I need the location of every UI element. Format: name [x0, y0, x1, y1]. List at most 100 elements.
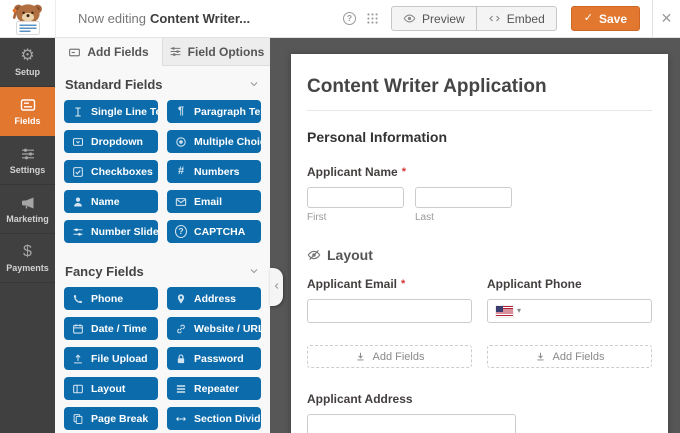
field-applicant-email[interactable]: Applicant Email *: [307, 277, 472, 323]
field-button-label: Date / Time: [91, 323, 147, 335]
field-button-name[interactable]: Name: [64, 190, 158, 213]
field-button-label: Layout: [91, 383, 125, 395]
required-asterisk: *: [402, 166, 406, 178]
field-button-label: Number Slider: [91, 226, 158, 238]
download-icon: [535, 351, 546, 362]
close-icon: ✕: [661, 10, 673, 27]
add-fields-dropzone-label: Add Fields: [373, 351, 425, 363]
field-button-password[interactable]: Password: [167, 347, 261, 370]
add-fields-dropzone-left[interactable]: Add Fields: [307, 345, 472, 368]
personal-information-heading[interactable]: Personal Information: [307, 129, 652, 145]
field-button-label: Dropdown: [91, 136, 143, 148]
map-pin-icon: [175, 293, 187, 305]
last-sublabel: Last: [415, 212, 512, 223]
fields-panel-content: Standard Fields Single Line Text ¶ Paragrap…: [55, 66, 270, 430]
field-applicant-name[interactable]: Applicant Name * First Last: [307, 165, 652, 223]
field-button-number-slider[interactable]: Number Slider: [64, 220, 158, 243]
field-button-label: CAPTCHA: [194, 226, 245, 238]
field-button-repeater[interactable]: Repeater: [167, 377, 261, 400]
field-applicant-phone[interactable]: Applicant Phone ▾: [487, 277, 652, 323]
question-icon: ?: [175, 225, 187, 238]
form-title[interactable]: Content Writer Application: [307, 76, 652, 98]
field-button-multiple-choice[interactable]: Multiple Choice: [167, 130, 261, 153]
text-cursor-icon: [72, 106, 84, 118]
help-icon[interactable]: ?: [343, 12, 356, 25]
hash-icon: #: [175, 166, 187, 177]
field-button-label: Phone: [91, 293, 123, 305]
field-button-captcha[interactable]: ? CAPTCHA: [167, 220, 261, 243]
sidebar-item-fields[interactable]: Fields: [0, 87, 55, 136]
section-header-standard-fields[interactable]: Standard Fields: [65, 76, 260, 92]
applicant-phone-label: Applicant Phone: [487, 277, 582, 291]
save-button[interactable]: ✓ Save: [571, 6, 640, 31]
builder-header: Now editing Content Writer... ? Preview …: [0, 0, 680, 38]
number-slider-icon: [72, 226, 84, 238]
field-button-single-line-text[interactable]: Single Line Text: [64, 100, 158, 123]
close-builder-button[interactable]: ✕: [652, 0, 680, 37]
sliders-icon: [169, 45, 182, 58]
person-icon: [72, 196, 84, 208]
embed-button[interactable]: Embed: [476, 6, 557, 31]
download-icon: [355, 351, 366, 362]
checkbox-icon: [72, 166, 84, 178]
sidebar-item-marketing[interactable]: Marketing: [0, 185, 55, 234]
fields-panel: Add FieldsField Options Standard FieldsS…: [55, 38, 270, 433]
field-button-label: Single Line Text: [91, 106, 158, 118]
field-button-label: Multiple Choice: [194, 136, 261, 148]
field-button-phone[interactable]: Phone: [64, 287, 158, 310]
field-button-dropdown[interactable]: Dropdown: [64, 130, 158, 153]
applicant-phone-input[interactable]: ▾: [487, 299, 652, 323]
first-name-input[interactable]: [307, 187, 404, 208]
check-icon: ✓: [584, 13, 593, 24]
field-button-checkboxes[interactable]: Checkboxes: [64, 160, 158, 183]
field-button-email[interactable]: Email: [167, 190, 261, 213]
form-icon: [20, 97, 36, 113]
pilcrow-icon: ¶: [175, 106, 187, 117]
field-button-address[interactable]: Address: [167, 287, 261, 310]
calendar-icon: [72, 323, 84, 335]
sidebar-item-setup[interactable]: ⚙Setup: [0, 38, 55, 87]
columns-icon: [72, 383, 84, 395]
gear-icon: ⚙: [20, 48, 34, 64]
chevron-left-icon: [272, 278, 282, 296]
field-button-date-time[interactable]: Date / Time: [64, 317, 158, 340]
form-name: Content Writer...: [150, 11, 250, 26]
code-icon: [488, 12, 501, 25]
tab-field-options[interactable]: Field Options: [162, 38, 270, 66]
field-button-website-url[interactable]: Website / URL: [167, 317, 261, 340]
applicant-email-input[interactable]: [307, 299, 472, 323]
dropdown-icon: [72, 136, 84, 148]
sidebar-item-payments[interactable]: $Payments: [0, 234, 55, 283]
field-button-label: Email: [194, 196, 222, 208]
field-button-paragraph-text[interactable]: ¶ Paragraph Text: [167, 100, 261, 123]
now-editing-prefix: Now editing: [78, 11, 146, 26]
last-name-input[interactable]: [415, 187, 512, 208]
radio-icon: [175, 136, 187, 148]
eye-icon: [403, 12, 416, 25]
title-divider: [307, 110, 652, 111]
field-button-section-divider[interactable]: Section Divider: [167, 407, 261, 430]
panel-collapse-handle[interactable]: [270, 268, 283, 306]
section-header-fancy-fields[interactable]: Fancy Fields: [65, 263, 260, 279]
field-applicant-address[interactable]: Applicant Address Address Line 1: [307, 392, 652, 433]
sidebar-item-label: Settings: [10, 165, 46, 175]
layout-field[interactable]: Layout Applicant Email * Applicant Phone: [307, 247, 652, 368]
field-button-file-upload[interactable]: File Upload: [64, 347, 158, 370]
tab-add-fields[interactable]: Add Fields: [55, 38, 162, 66]
add-fields-tab-icon: [68, 46, 81, 59]
field-button-page-break[interactable]: Page Break: [64, 407, 158, 430]
field-button-label: Paragraph Text: [194, 106, 261, 118]
field-button-label: Name: [91, 196, 120, 208]
wpforms-builder-window: Now editing Content Writer... ? Preview …: [0, 0, 680, 433]
field-button-numbers[interactable]: #Numbers: [167, 160, 261, 183]
add-fields-dropzone-right[interactable]: Add Fields: [487, 345, 652, 368]
chevron-down-icon: [248, 78, 260, 90]
preview-button[interactable]: Preview: [391, 6, 477, 31]
address-line-1-input[interactable]: [307, 414, 516, 433]
section-title: Fancy Fields: [65, 264, 144, 279]
sidebar-item-settings[interactable]: Settings: [0, 136, 55, 185]
field-button-layout[interactable]: Layout: [64, 377, 158, 400]
field-button-label: File Upload: [91, 353, 148, 365]
chevron-down-icon: [248, 265, 260, 277]
grid-menu-icon[interactable]: [366, 12, 379, 25]
